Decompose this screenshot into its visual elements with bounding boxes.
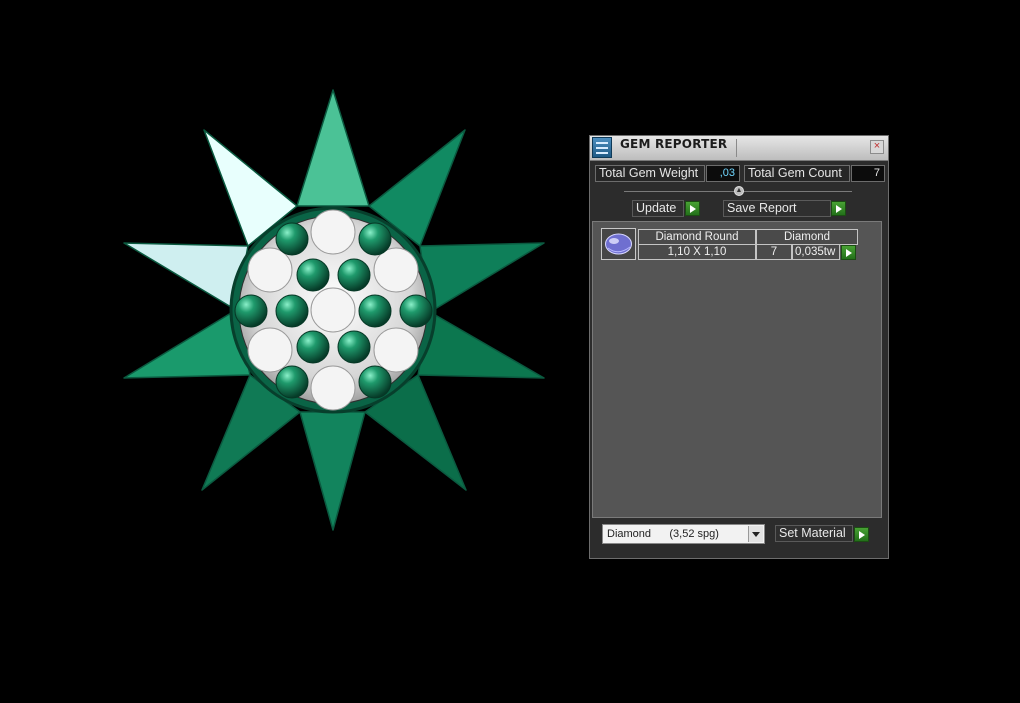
update-play-arrow-icon[interactable]	[685, 201, 700, 216]
gem-name-cell: Diamond Round	[638, 229, 756, 245]
material-select[interactable]: Diamond (3,52 spg)	[602, 524, 765, 544]
close-icon[interactable]: ×	[870, 140, 884, 154]
chevron-down-icon[interactable]	[748, 526, 763, 542]
set-material-button[interactable]: Set Material	[775, 525, 853, 542]
set-material-play-arrow-icon[interactable]	[854, 527, 869, 542]
chevron-up-icon[interactable]: ▲	[734, 186, 744, 196]
gem-reporter-panel: GEM REPORTER × Total Gem Weight ,03 Tota…	[589, 135, 889, 559]
material-select-value: Diamond (3,52 spg)	[607, 528, 719, 540]
save-report-play-arrow-icon[interactable]	[831, 201, 846, 216]
panel-titlebar[interactable]: GEM REPORTER ×	[590, 136, 888, 161]
gem-reporter-icon	[592, 137, 612, 158]
gem-row-play-arrow-icon[interactable]	[841, 245, 856, 260]
gem-size-cell: 1,10 X 1,10	[638, 244, 756, 260]
total-gem-weight-label: Total Gem Weight	[595, 165, 705, 182]
title-separator	[736, 139, 737, 157]
save-report-button[interactable]: Save Report	[723, 200, 831, 217]
gem-weight-cell: 0,035tw	[792, 244, 840, 260]
panel-title: GEM REPORTER	[620, 137, 728, 151]
gem-material-cell: Diamond	[756, 229, 858, 245]
update-button[interactable]: Update	[632, 200, 684, 217]
total-gem-count-label: Total Gem Count	[744, 165, 850, 182]
round-gem-icon	[601, 228, 636, 260]
gem-count-cell: 7	[756, 244, 792, 260]
total-gem-count-value: 7	[851, 165, 885, 182]
gem-list[interactable]: Diamond Round Diamond 1,10 X 1,10 7 0,03…	[592, 221, 882, 518]
total-gem-weight-value: ,03	[706, 165, 740, 182]
